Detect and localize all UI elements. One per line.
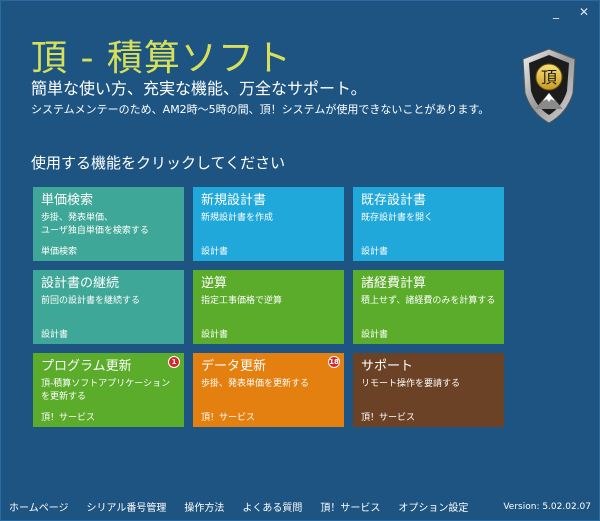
tile-title: 諸経費計算 — [361, 276, 427, 291]
window-controls: _ ✕ — [549, 5, 591, 19]
tagline: 簡単な使い方、充実な機能、万全なサポート。 — [31, 79, 367, 98]
footer-link-homepage[interactable]: ホームページ — [9, 499, 69, 514]
tile-title: サポート — [361, 359, 414, 374]
footer-link-faq[interactable]: よくある質問 — [242, 499, 302, 514]
footer-link-serial[interactable]: シリアル番号管理 — [87, 499, 167, 514]
section-title: 使用する機能をクリックしてください — [31, 154, 286, 172]
tile-continue-design[interactable]: 設計書の継続 前回の設計書を継続する 設計書 — [33, 270, 184, 344]
function-tiles: 単価検索 歩掛、発表単価、 ユーザ独自単価を検索する 単価検索 新規設計書 新規… — [33, 187, 504, 427]
tile-title: データ更新 — [201, 359, 267, 374]
tile-description: 歩掛、発表単価を更新する — [201, 379, 310, 389]
tile-support[interactable]: サポート リモート操作を要請する 頂！サービス — [353, 353, 504, 427]
maintenance-notice: システムメンテーのため、AM2時～5時の間、頂！システムが使用できないことがあり… — [31, 103, 490, 116]
tile-description: 既存設計書を開く — [361, 213, 434, 223]
app-window: _ ✕ 頂 - 積算ソフト 簡単な使い方、充実な機能、万全なサポート。 システム… — [0, 0, 600, 521]
tile-existing-design[interactable]: 既存設計書 既存設計書を開く 設計書 — [353, 187, 504, 261]
tile-footer: 設計書 — [361, 330, 389, 340]
tile-footer: 設計書 — [41, 330, 69, 340]
tile-description: 頂-積算ソフトアプリケーション を更新する — [41, 379, 171, 402]
footer-links: ホームページ シリアル番号管理 操作方法 よくある質問 頂！サービス オプション… — [9, 499, 468, 514]
tile-title: 設計書の継続 — [41, 276, 120, 291]
footer-link-howto[interactable]: 操作方法 — [184, 499, 224, 514]
tile-footer: 設計書 — [361, 247, 389, 257]
tile-data-update[interactable]: データ更新 歩掛、発表単価を更新する 頂！サービス 18 — [193, 353, 344, 427]
footer-bar: ホームページ シリアル番号管理 操作方法 よくある質問 頂！サービス オプション… — [9, 499, 591, 515]
tile-footer: 頂！サービス — [41, 413, 96, 423]
tile-footer: 設計書 — [201, 247, 229, 257]
close-button[interactable]: ✕ — [577, 5, 591, 19]
footer-link-service[interactable]: 頂！サービス — [320, 499, 380, 514]
tile-overhead-calc[interactable]: 諸経費計算 積上せず、諸経費のみを計算する 設計書 — [353, 270, 504, 344]
tile-description: 指定工事価格で逆算 — [201, 296, 283, 306]
tile-title: 既存設計書 — [361, 193, 427, 208]
tile-title: 単価検索 — [41, 193, 94, 208]
tile-footer: 単価検索 — [41, 247, 78, 257]
tile-title: プログラム更新 — [41, 359, 132, 374]
tile-new-design[interactable]: 新規設計書 新規設計書を作成 設計書 — [193, 187, 344, 261]
version-label: Version: 5.02.02.07 — [503, 501, 591, 512]
tile-description: 新規設計書を作成 — [201, 213, 274, 223]
footer-link-options[interactable]: オプション設定 — [398, 499, 468, 514]
tile-description: 積上せず、諸経費のみを計算する — [361, 296, 496, 306]
logo-char: 頂 — [541, 68, 557, 87]
tile-title: 逆算 — [201, 276, 228, 291]
tile-reverse-calc[interactable]: 逆算 指定工事価格で逆算 設計書 — [193, 270, 344, 344]
shield-logo-icon: 頂 — [522, 48, 576, 124]
tile-title: 新規設計書 — [201, 193, 267, 208]
tile-footer: 頂！サービス — [361, 413, 416, 423]
update-count-badge: 18 — [328, 356, 340, 368]
update-count-badge: 1 — [168, 356, 180, 368]
tile-footer: 設計書 — [201, 330, 229, 340]
tile-description: リモート操作を要請する — [361, 379, 461, 389]
tile-description: 前回の設計書を継続する — [41, 296, 141, 306]
tile-unit-price-search[interactable]: 単価検索 歩掛、発表単価、 ユーザ独自単価を検索する 単価検索 — [33, 187, 184, 261]
tile-description: 歩掛、発表単価、 ユーザ独自単価を検索する — [41, 213, 149, 236]
app-title: 頂 - 積算ソフト — [31, 38, 292, 79]
minimize-button[interactable]: _ — [549, 5, 563, 19]
tile-program-update[interactable]: プログラム更新 頂-積算ソフトアプリケーション を更新する 頂！サービス 1 — [33, 353, 184, 427]
tile-footer: 頂！サービス — [201, 413, 256, 423]
